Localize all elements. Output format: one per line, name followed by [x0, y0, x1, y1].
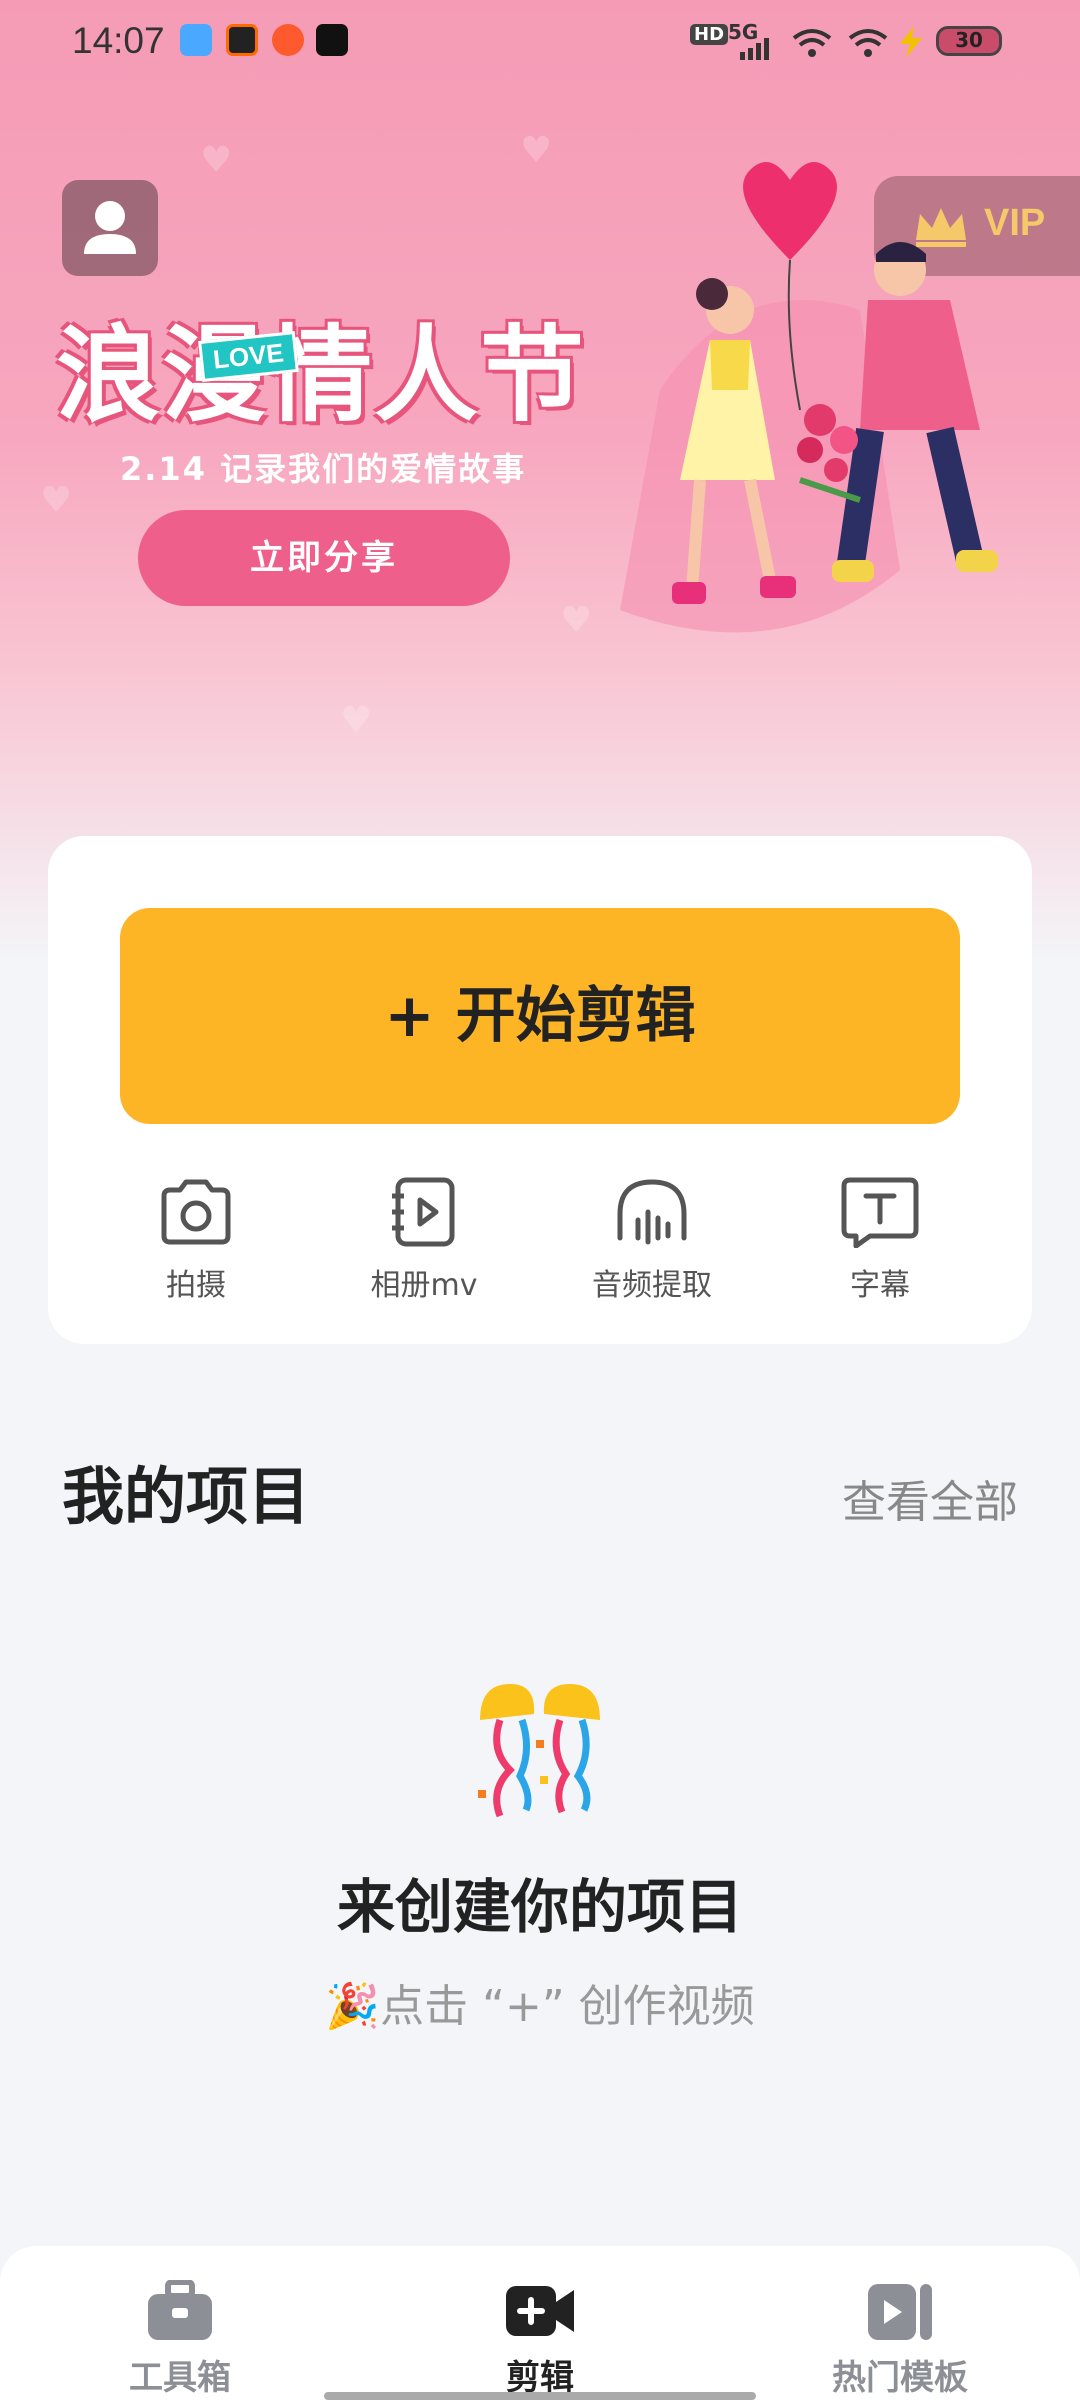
app-notification-icon — [272, 24, 304, 56]
browser-notification-icon — [180, 24, 212, 56]
nav-edit[interactable]: 剪辑 — [430, 2280, 650, 2399]
tool-label: 字幕 — [850, 1268, 910, 1303]
avatar[interactable] — [62, 180, 158, 276]
signal-icon — [740, 38, 769, 60]
banner-headline: 浪漫情人节 — [56, 314, 587, 436]
status-time: 14:07 — [72, 20, 165, 61]
tool-audio-extract[interactable]: 音频提取 — [552, 1176, 752, 1306]
action-card: + 开始剪辑 拍摄 相册mv 音频提取 字幕 — [48, 836, 1032, 1344]
empty-state-title: 来创建你的项目 — [336, 1873, 743, 1941]
status-bar: 14:07 HD 5G 30 — [0, 0, 1080, 84]
home-indicator[interactable] — [324, 2392, 756, 2400]
subtitle-icon — [841, 1177, 919, 1248]
heart-decoration-icon: ♥ — [560, 600, 593, 641]
heart-decoration-icon: ♥ — [340, 700, 373, 741]
bottom-nav: 工具箱 剪辑 热门模板 — [0, 2246, 1080, 2408]
wifi-icon — [848, 29, 888, 57]
toolbox-icon — [148, 2280, 212, 2340]
tool-label: 音频提取 — [592, 1268, 712, 1303]
empty-state-hint: 🎉点击 “+” 创作视频 — [325, 1981, 755, 2032]
battery-level: 30 — [955, 28, 983, 52]
nav-toolbox[interactable]: 工具箱 — [70, 2280, 290, 2399]
share-button[interactable]: 立即分享 — [138, 510, 510, 606]
album-mv-icon — [392, 1177, 455, 1247]
banner-subtitle: 2.14 记录我们的爱情故事 — [120, 450, 527, 488]
nav-templates[interactable]: 热门模板 — [790, 2280, 1010, 2399]
headphones-icon — [617, 1179, 687, 1245]
tool-capture[interactable]: 拍摄 — [96, 1176, 296, 1306]
heart-decoration-icon: ♥ — [40, 480, 73, 521]
wifi-icon — [792, 29, 832, 57]
capcut-notification-icon — [316, 24, 348, 56]
tool-label: 拍摄 — [166, 1268, 226, 1303]
nav-label: 热门模板 — [832, 2358, 968, 2398]
view-all-link[interactable]: 查看全部 — [842, 1466, 1018, 1530]
heart-decoration-icon: ♥ — [520, 130, 553, 171]
start-edit-button[interactable]: + 开始剪辑 — [120, 908, 960, 1124]
video-add-icon — [506, 2286, 574, 2336]
tool-subtitle[interactable]: 字幕 — [780, 1176, 980, 1306]
user-icon — [84, 201, 136, 254]
template-icon — [868, 2284, 932, 2340]
tool-label: 相册mv — [370, 1268, 478, 1303]
tool-album-mv[interactable]: 相册mv — [324, 1176, 524, 1306]
camera-icon — [161, 1179, 231, 1245]
video-app-notification-icon — [226, 24, 258, 56]
couple-illustration — [620, 162, 998, 633]
party-popper-icon — [478, 1684, 600, 1818]
charging-icon — [900, 26, 922, 58]
heart-decoration-icon: ♥ — [200, 140, 233, 181]
hero-banner[interactable]: ♥ ♥ ♥ ♥ ♥ 14:07 HD 5G 30 VIP 浪漫情人节 LOVE … — [0, 0, 1080, 960]
nav-label: 工具箱 — [129, 2358, 231, 2398]
battery-icon: 30 — [936, 26, 1002, 56]
hd-icon: HD — [690, 24, 729, 45]
projects-title: 我的项目 — [62, 1460, 311, 1533]
